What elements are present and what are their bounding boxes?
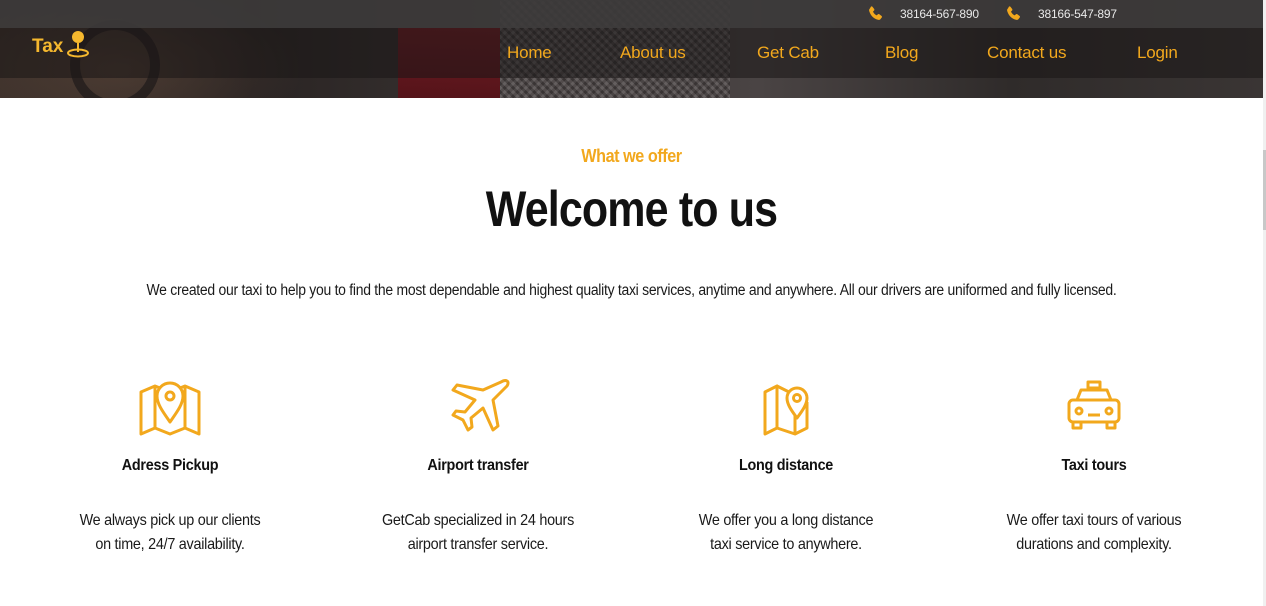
section-intro: We created our taxi to help you to find … (146, 282, 1117, 299)
section-title: Welcome to us (485, 181, 778, 237)
map-pin-icon (139, 381, 201, 436)
phone-number-2: 38166-547-897 (1038, 7, 1117, 21)
service-title: Airport transfer (427, 457, 529, 474)
logo-text: Tax (32, 36, 64, 57)
phone-icon (1007, 6, 1020, 20)
site-logo[interactable]: Tax (32, 31, 90, 58)
nav-home[interactable]: Home (507, 43, 552, 63)
phone-number-1: 38164-567-890 (900, 7, 979, 21)
service-description: We offer taxi tours of various durations… (1006, 512, 1182, 553)
service-description: GetCab specialized in 24 hours airport t… (381, 512, 575, 553)
service-long-distance: Long distance We offer you a long distan… (656, 372, 916, 557)
service-icon-wrap (964, 372, 1224, 438)
service-airport-transfer: Airport transfer GetCab specialized in 2… (348, 372, 608, 557)
service-icon-wrap (40, 372, 300, 438)
phone-contact-1[interactable]: 38164-567-890 (866, 5, 979, 23)
service-icon-wrap (656, 372, 916, 438)
nav-contact-us[interactable]: Contact us (987, 43, 1066, 63)
service-icon-wrap (348, 372, 608, 438)
map-location-icon (763, 384, 809, 436)
section-eyebrow: What we offer (581, 146, 682, 166)
airplane-icon (451, 379, 510, 432)
service-taxi-tours: Taxi tours We offer taxi tours of variou… (964, 372, 1224, 557)
location-pin-icon (67, 31, 90, 58)
service-title: Long distance (738, 457, 834, 474)
phone-icon (869, 6, 882, 20)
service-title: Adress Pickup (121, 457, 219, 474)
service-title: Taxi tours (1061, 457, 1127, 474)
taxi-car-icon (1067, 380, 1121, 430)
service-description: We offer you a long distance taxi servic… (698, 512, 874, 553)
phone-contact-2[interactable]: 38166-547-897 (1004, 5, 1117, 23)
nav-blog[interactable]: Blog (885, 43, 918, 63)
site-header: 38164-567-890 38166-547-897 Tax Home Abo… (0, 0, 1263, 98)
service-address-pickup: Adress Pickup We always pick up our clie… (40, 372, 300, 557)
nav-get-cab[interactable]: Get Cab (757, 43, 819, 63)
nav-about-us[interactable]: About us (620, 43, 686, 63)
service-description: We always pick up our clients on time, 2… (79, 512, 261, 553)
top-contact-bar: 38164-567-890 38166-547-897 (0, 0, 1263, 28)
nav-login[interactable]: Login (1137, 43, 1178, 63)
